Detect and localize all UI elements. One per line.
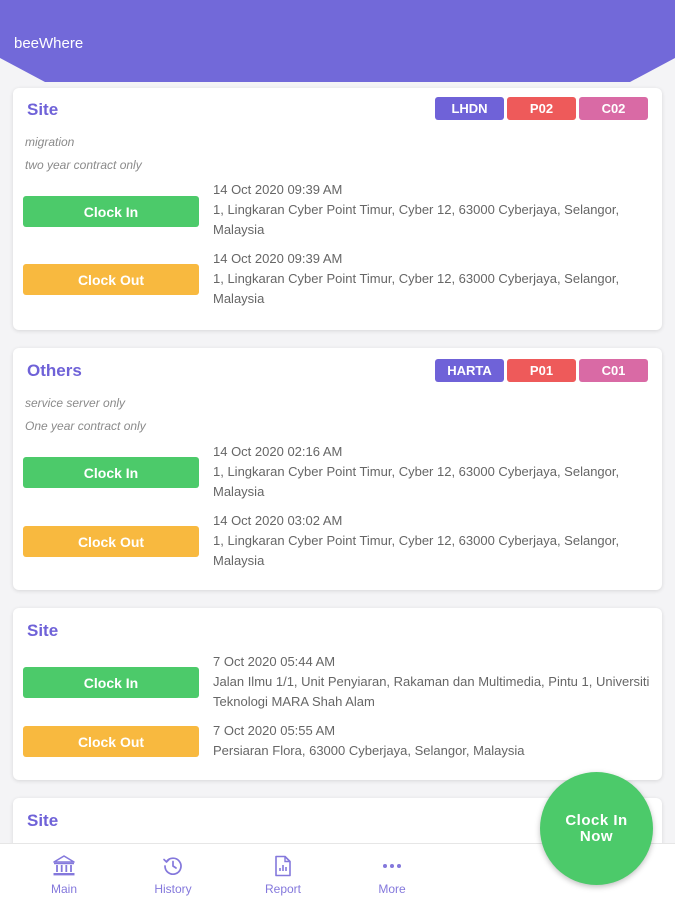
attendance-card: Site Clock In 7 Oct 2020 05:44 AM Jalan …: [13, 608, 662, 780]
contract-tag: C02: [579, 97, 648, 120]
fab-label-line2: Now: [579, 827, 614, 845]
contract-tag: C01: [579, 359, 648, 382]
card-title: Others: [27, 361, 82, 380]
nav-label: Report: [264, 882, 302, 896]
clock-in-entry: 14 Oct 2020 02:16 AM 1, Lingkaran Cyber …: [213, 442, 653, 502]
clock-in-button[interactable]: Clock In: [23, 196, 199, 227]
entry-time: 14 Oct 2020 03:02 AM: [213, 513, 343, 528]
clock-in-entry: 7 Oct 2020 05:44 AM Jalan Ilmu 1/1, Unit…: [213, 652, 653, 712]
entry-address: 1, Lingkaran Cyber Point Timur, Cyber 12…: [213, 271, 620, 306]
card-title: Site: [27, 811, 59, 830]
entry-time: 7 Oct 2020 05:44 AM: [213, 654, 336, 669]
nav-label: History: [154, 882, 192, 896]
entry-time: 14 Oct 2020 09:39 AM: [213, 182, 343, 197]
clock-in-button[interactable]: Clock In: [23, 457, 199, 488]
entry-time: 7 Oct 2020 05:55 AM: [213, 723, 336, 738]
nav-item-report[interactable]: Report: [243, 854, 323, 896]
entry-address: Persiaran Flora, 63000 Cyberjaya, Selang…: [213, 743, 525, 758]
entry-time: 14 Oct 2020 09:39 AM: [213, 251, 343, 266]
nav-item-history[interactable]: History: [133, 854, 213, 896]
clock-out-button[interactable]: Clock Out: [23, 526, 199, 557]
card-title: Site: [27, 100, 59, 119]
tag-group: LHDN P02 C02: [435, 97, 648, 120]
app-title: beeWhere: [14, 35, 84, 52]
entry-address: Jalan Ilmu 1/1, Unit Penyiaran, Rakaman …: [213, 674, 650, 709]
client-tag: LHDN: [435, 97, 504, 120]
clock-in-entry: 14 Oct 2020 09:39 AM 1, Lingkaran Cyber …: [213, 180, 653, 240]
card-note: migration: [25, 135, 75, 149]
nav-item-more[interactable]: More: [352, 854, 432, 896]
clock-out-button[interactable]: Clock Out: [23, 726, 199, 757]
clock-in-now-button[interactable]: Clock In Now: [540, 772, 653, 885]
clock-out-entry: 14 Oct 2020 03:02 AM 1, Lingkaran Cyber …: [213, 511, 653, 571]
nav-item-main[interactable]: Main: [24, 854, 104, 896]
clock-out-entry: 14 Oct 2020 09:39 AM 1, Lingkaran Cyber …: [213, 249, 653, 309]
app-header: beeWhere: [0, 0, 675, 86]
attendance-card: Others HARTA P01 C01 service server only…: [13, 348, 662, 590]
entry-address: 1, Lingkaran Cyber Point Timur, Cyber 12…: [213, 202, 620, 237]
clock-out-button[interactable]: Clock Out: [23, 264, 199, 295]
attendance-card: Site LHDN P02 C02 migration two year con…: [13, 88, 662, 330]
history-icon: [133, 854, 213, 878]
entry-time: 14 Oct 2020 02:16 AM: [213, 444, 343, 459]
project-tag: P02: [507, 97, 576, 120]
clock-in-button[interactable]: Clock In: [23, 667, 199, 698]
bank-icon: [24, 854, 104, 878]
nav-label: More: [378, 882, 406, 896]
report-icon: [243, 854, 323, 878]
tag-group: HARTA P01 C01: [435, 359, 648, 382]
card-title: Site: [27, 621, 59, 640]
client-tag: HARTA: [435, 359, 504, 382]
nav-label: Main: [50, 882, 77, 896]
more-icon: [352, 854, 432, 878]
card-note: two year contract only: [25, 158, 142, 172]
entry-address: 1, Lingkaran Cyber Point Timur, Cyber 12…: [213, 464, 620, 499]
fab-label-line1: Clock In: [565, 811, 628, 829]
header-background: [0, 0, 675, 82]
clock-out-entry: 7 Oct 2020 05:55 AM Persiaran Flora, 630…: [213, 721, 653, 761]
entry-address: 1, Lingkaran Cyber Point Timur, Cyber 12…: [213, 533, 620, 568]
card-note: One year contract only: [25, 419, 146, 433]
project-tag: P01: [507, 359, 576, 382]
card-note: service server only: [25, 396, 126, 410]
